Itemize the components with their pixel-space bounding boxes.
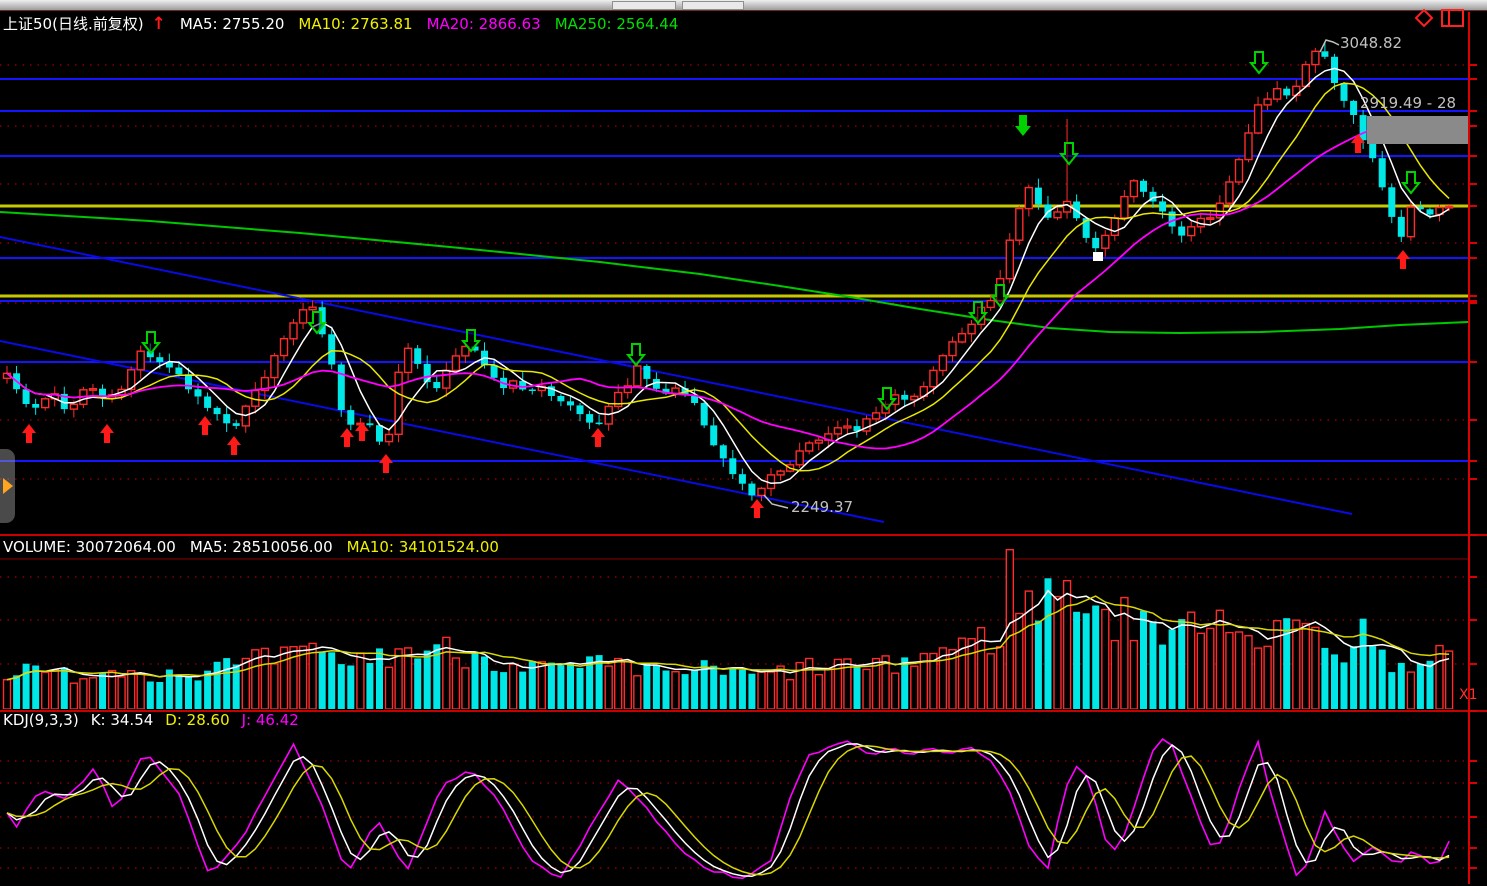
split-window-icon[interactable] — [1440, 8, 1465, 28]
sell-signal-arrow — [143, 332, 159, 353]
trading-terminal-window: 上证50(日线.前复权) ↑ MA5: 2755.20 MA10: 2763.81 MA… — [0, 0, 1487, 886]
axis-scale-label[interactable]: X1 — [1459, 687, 1478, 703]
volume-value: VOLUME: 30072064.00 — [3, 538, 176, 556]
volume-ma10-value: MA10: 34101524.00 — [347, 538, 499, 556]
buy-signal-arrow — [750, 499, 764, 518]
buy-signal-arrow — [198, 416, 212, 435]
ma20-value: MA20: 2866.63 — [427, 15, 541, 33]
crosshair-tooltip-box — [1367, 116, 1468, 144]
ma10-value: MA10: 2763.81 — [298, 15, 412, 33]
kdj-pane-header: KDJ(9,3,3) K: 34.54 D: 28.60 J: 46.42 — [3, 711, 311, 729]
annotation-low-2249: 2249.37 — [791, 498, 853, 516]
volume-pane-header: VOLUME: 30072064.00 MA5: 28510056.00 MA10:… — [3, 538, 513, 556]
left-scroll-tab[interactable] — [0, 449, 15, 523]
expand-right-icon — [3, 478, 13, 494]
buy-signal-arrow — [340, 428, 354, 447]
position-marker-square — [1093, 252, 1103, 261]
volume-ma5-value: MA5: 28510056.00 — [190, 538, 333, 556]
sell-signal-arrow — [1403, 172, 1419, 193]
sell-signal-arrow — [1251, 52, 1267, 73]
chart-canvas — [0, 0, 1487, 886]
volume-bars — [4, 550, 1453, 709]
page-title: 上证50(日线.前复权) — [3, 15, 144, 33]
main-pane-header: 上证50(日线.前复权) ↑ MA5: 2755.20 MA10: 2763.81 MA… — [3, 13, 692, 34]
sell-signal-arrow — [1061, 143, 1077, 164]
kdj-j-value: J: 46.42 — [242, 711, 299, 729]
buy-signal-arrow — [591, 428, 605, 447]
kdj-k-value: K: 34.54 — [91, 711, 154, 729]
diamond-icon[interactable] — [1414, 8, 1434, 28]
ma250-value: MA250: 2564.44 — [555, 15, 679, 33]
buy-signal-arrow — [1396, 250, 1410, 269]
up-arrow-icon: ↑ — [152, 14, 166, 34]
annotation-level-2919: 2919.49 - 28 — [1360, 94, 1456, 112]
buy-signal-arrow — [100, 424, 114, 443]
buy-signal-arrow — [22, 424, 36, 443]
buy-signal-arrow — [379, 454, 393, 473]
kdj-d-value: D: 28.60 — [165, 711, 229, 729]
annotation-high-3048: 3048.82 — [1340, 34, 1402, 52]
kdj-indicator-label: KDJ(9,3,3) — [3, 711, 79, 729]
buy-signal-arrow — [227, 436, 241, 455]
pane-corner-icons — [1414, 8, 1465, 28]
ma5-value: MA5: 2755.20 — [180, 15, 285, 33]
